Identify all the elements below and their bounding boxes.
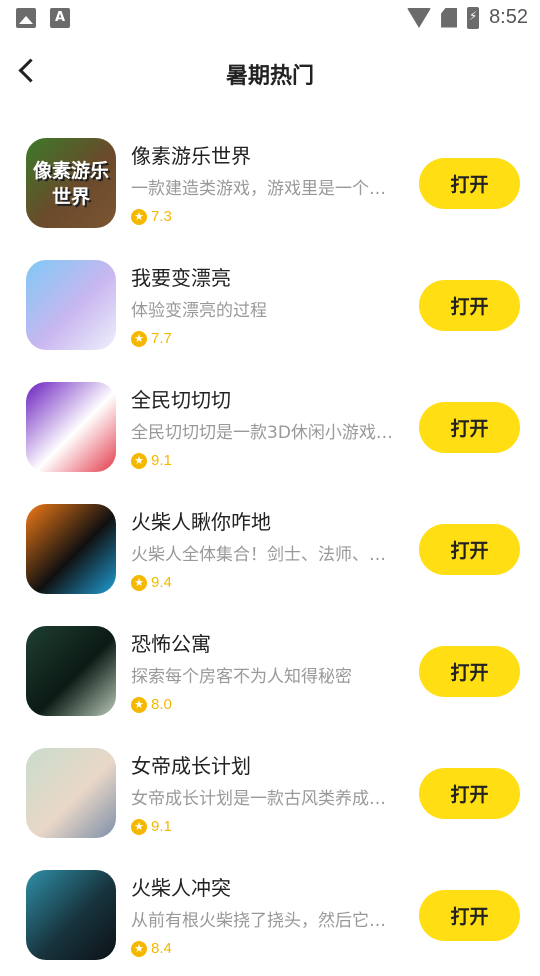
list-item[interactable]: 恐怖公寓探索每个房客不为人知得秘密 ★ 8.0 打开	[0, 610, 540, 732]
list-item[interactable]: 像素游乐世界像素游乐世界一款建造类游戏，游戏里是一个像素世界★7.3打开	[0, 122, 540, 244]
app-description: 一款建造类游戏，游戏里是一个像素世界	[131, 179, 399, 199]
star-icon: ★	[131, 208, 147, 225]
rating-score: 8.4	[151, 940, 172, 957]
open-button[interactable]: 打开	[419, 280, 520, 331]
page-title: 暑期热门	[225, 64, 314, 89]
rating-score: 9.4	[151, 574, 172, 591]
app-icon[interactable]	[26, 748, 116, 838]
app-name: 全民切切切	[131, 388, 231, 412]
app-description: 探索每个房客不为人知得秘密	[131, 667, 352, 687]
rating-score: 7.7	[151, 330, 172, 347]
app-description: 体验变漂亮的过程	[131, 301, 267, 321]
app-name: 我要变漂亮	[131, 266, 231, 290]
star-icon: ★	[131, 574, 147, 591]
app-name: 女帝成长计划	[131, 754, 251, 778]
open-button[interactable]: 打开	[419, 646, 520, 697]
app-icon[interactable]	[26, 382, 116, 472]
rating-score: 7.3	[151, 208, 172, 225]
app-icon[interactable]	[26, 504, 116, 594]
app-rating: ★ 7.3	[131, 208, 172, 225]
app-name: 恐怖公寓	[131, 632, 211, 656]
battery-charging-icon	[467, 6, 480, 29]
no-sim-icon	[441, 7, 458, 28]
rating-score: 9.1	[151, 818, 172, 835]
image-notification-icon	[16, 8, 36, 28]
app-icon[interactable]: 像素游乐世界	[26, 138, 116, 228]
open-button[interactable]: 打开	[419, 890, 520, 941]
star-icon: ★	[131, 696, 147, 713]
rating-score: 9.1	[151, 452, 172, 469]
star-icon: ★	[131, 940, 147, 957]
app-description: 女帝成长计划是一款古风类养成游戏	[131, 789, 399, 809]
list-item[interactable]: 火柴人冲突从前有根火柴挠了挠头，然后它就开始打架 ★8.4 打开	[0, 854, 540, 976]
status-time: 8:52	[489, 6, 528, 28]
app-rating: ★ 9.1	[131, 452, 172, 469]
open-button[interactable]: 打开	[419, 158, 520, 209]
app-rating: ★ 9.4	[131, 574, 172, 591]
app-rating: ★ 8.0	[131, 696, 172, 713]
app-rating: ★ 8.4	[131, 940, 172, 957]
app-rating: ★ 9.1	[131, 818, 172, 835]
app-list: 像素游乐世界像素游乐世界一款建造类游戏，游戏里是一个像素世界★7.3打开我要变漂…	[0, 122, 540, 976]
app-icon-text: 像素游乐世界	[32, 160, 109, 208]
app-name: 火柴人瞅你咋地	[131, 510, 271, 534]
app-description: 火柴人全体集合！剑士、法师、弓箭手	[131, 545, 399, 565]
list-item[interactable]: 我要变漂亮体验变漂亮的过程 ★ 7.7 打开	[0, 244, 540, 366]
app-icon[interactable]	[26, 626, 116, 716]
app-name: 火柴人冲突	[131, 876, 231, 900]
list-item[interactable]: 女帝成长计划女帝成长计划是一款古风类养成游戏 ★ 9.1 打开	[0, 732, 540, 854]
app-description: 从前有根火柴挠了挠头，然后它就开始打架	[131, 911, 399, 931]
list-item[interactable]: 全民切切切全民切切切是一款3D休闲小游戏，切切切 ★9.1 打开	[0, 366, 540, 488]
app-description: 全民切切切是一款3D休闲小游戏，切切切	[131, 423, 399, 443]
star-icon: ★	[131, 330, 147, 347]
app-icon[interactable]	[26, 870, 116, 960]
star-icon: ★	[131, 452, 147, 469]
status-bar: A 8:52	[0, 0, 540, 36]
font-notification-icon: A	[50, 8, 70, 28]
list-item[interactable]: 火柴人瞅你咋地火柴人全体集合！剑士、法师、弓箭手 ★ 9.4 打开	[0, 488, 540, 610]
rating-score: 8.0	[151, 696, 172, 713]
open-button[interactable]: 打开	[419, 524, 520, 575]
app-name: 像素游乐世界	[131, 144, 251, 168]
star-icon: ★	[131, 818, 147, 835]
open-button[interactable]: 打开	[419, 402, 520, 453]
header: 暑期热门	[0, 40, 540, 104]
wifi-icon	[407, 7, 432, 28]
app-rating: ★ 7.7	[131, 330, 172, 347]
app-icon[interactable]	[26, 260, 116, 350]
open-button[interactable]: 打开	[419, 768, 520, 819]
